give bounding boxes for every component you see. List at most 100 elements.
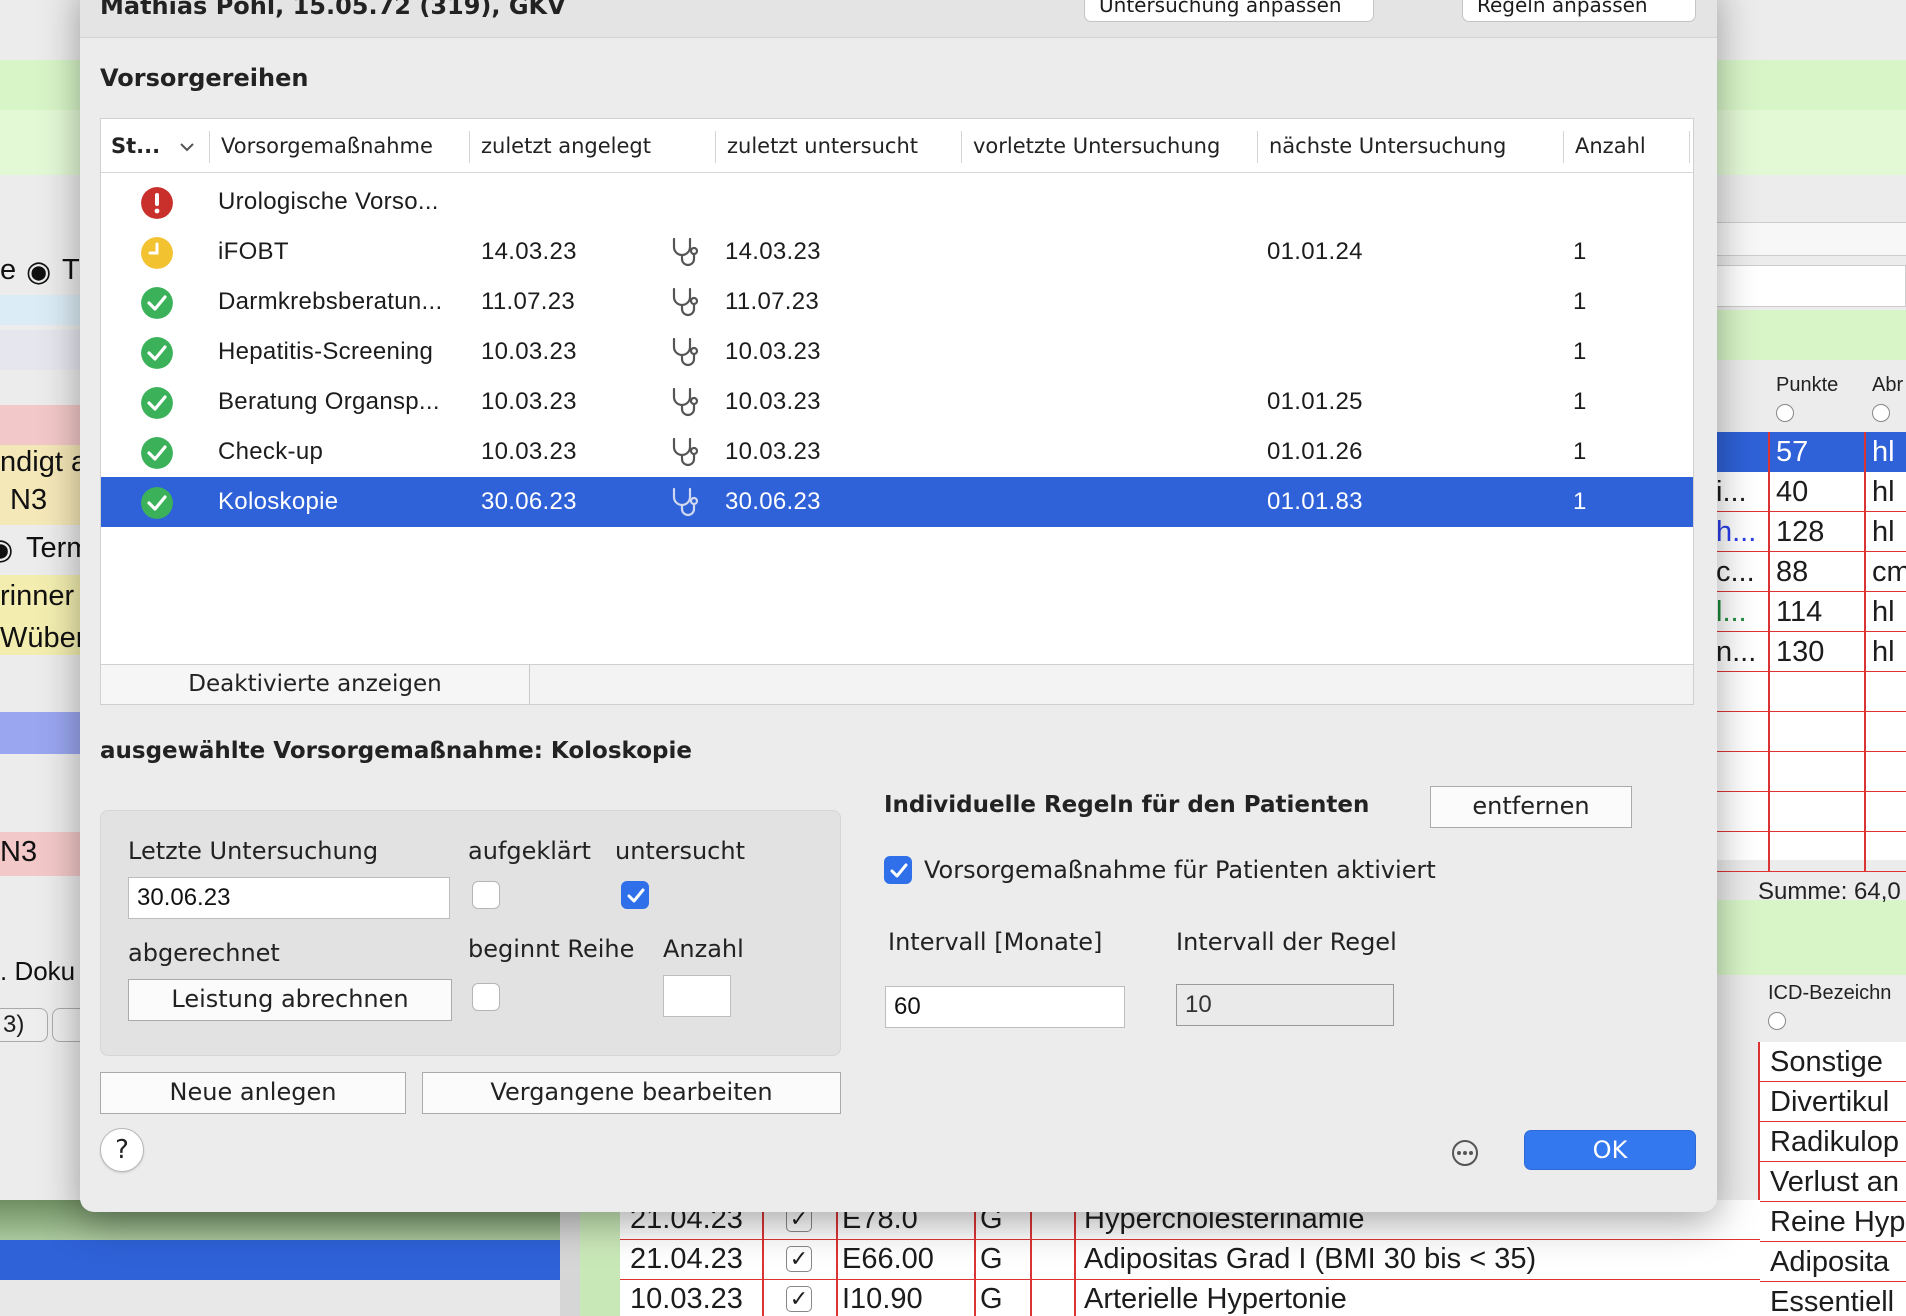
check-status-icon	[141, 337, 173, 369]
bg-strip	[1716, 900, 1906, 975]
billing-points: 130	[1776, 636, 1825, 668]
icd-row[interactable]: Sonstige	[1760, 1042, 1906, 1082]
icd-row[interactable]: Essentiell	[1760, 1282, 1906, 1316]
cell-angelegt: 10.03.23	[481, 438, 577, 465]
sort-radio[interactable]	[1872, 404, 1890, 422]
radio-icon: ◉	[26, 256, 52, 288]
column-divider	[1030, 1200, 1032, 1316]
untersuchung-anpassen-button[interactable]: Untersuchung anpassen	[1084, 0, 1374, 22]
entfernen-button[interactable]: entfernen	[1430, 786, 1632, 828]
cell-angelegt: 11.07.23	[481, 288, 576, 315]
column-header-untersucht[interactable]: zuletzt untersucht	[727, 134, 918, 158]
sort-radio[interactable]	[1768, 1012, 1786, 1030]
diagnosis-row[interactable]: 21.04.23 ✓ E66.00 G Adipositas Grad I (B…	[620, 1240, 1760, 1280]
column-separator	[715, 131, 716, 163]
bg-text: N3	[10, 484, 48, 516]
cell-angelegt: 10.03.23	[481, 338, 577, 365]
column-header-anzahl[interactable]: Anzahl	[1575, 134, 1646, 158]
dialog-title: Mathias Pohl, 15.05.72 (319), GKV	[100, 0, 566, 20]
icd-row[interactable]: Radikulop	[1760, 1122, 1906, 1162]
sort-radio[interactable]	[1776, 404, 1794, 422]
deaktivierte-anzeigen-button[interactable]: Deaktivierte anzeigen	[101, 665, 530, 704]
column-header-angelegt[interactable]: zuletzt angelegt	[481, 134, 651, 158]
cell-naechste: 01.01.83	[1267, 488, 1363, 515]
billing-row[interactable]: i... 40 hl	[1716, 472, 1906, 512]
bg-text: T	[62, 254, 80, 286]
column-header-vorletzte[interactable]: vorletzte Untersuchung	[973, 134, 1220, 158]
aktiviert-checkbox[interactable]	[884, 856, 912, 884]
icd-row[interactable]: Adiposita	[1760, 1242, 1906, 1282]
column-header-name[interactable]: Vorsorgemaßnahme	[221, 134, 433, 158]
section-title: Vorsorgereihen	[100, 64, 309, 92]
bg-strip	[0, 712, 80, 754]
billing-row[interactable]: h... 128 hl	[1716, 512, 1906, 552]
vergangene-bearbeiten-button[interactable]: Vergangene bearbeiten	[422, 1072, 841, 1114]
untersucht-label: untersucht	[615, 837, 745, 865]
bg-text: rinner	[0, 580, 75, 612]
more-options-icon[interactable]	[1452, 1140, 1478, 1166]
billing-abr: hl	[1872, 436, 1895, 468]
table-row[interactable]: Darmkrebsberatun... 11.07.23 11.07.23 1	[101, 277, 1693, 327]
regeln-anpassen-button[interactable]: Regeln anpassen	[1462, 0, 1696, 22]
cell-untersucht: 10.03.23	[725, 438, 821, 465]
untersucht-checkbox[interactable]	[621, 881, 649, 909]
diagnosis-row[interactable]: 10.03.23 ✓ I10.90 G Arterielle Hypertoni…	[620, 1280, 1760, 1316]
bg-strip	[1716, 265, 1906, 307]
billing-row[interactable]: l... 114 hl	[1716, 592, 1906, 632]
table-row[interactable]: Urologische Vorso...	[101, 177, 1693, 227]
bg-strip	[0, 110, 80, 175]
column-separator	[961, 131, 962, 163]
table-header: St... Vorsorgemaßnahme zuletzt angelegt …	[101, 119, 1693, 173]
leistung-abrechnen-button[interactable]: Leistung abrechnen	[128, 979, 452, 1021]
stethoscope-icon	[672, 287, 699, 317]
bg-strip	[0, 60, 80, 110]
cell-anzahl: 1	[1573, 438, 1587, 465]
last-exam-input[interactable]: 30.06.23	[128, 877, 450, 919]
diagnosis-checkbox[interactable]: ✓	[786, 1246, 812, 1272]
bg-text: N3	[0, 836, 38, 868]
selected-row[interactable]	[0, 1240, 560, 1280]
billing-row	[1716, 672, 1906, 712]
selected-title: ausgewählte Vorsorgemaßnahme: Koloskopie	[100, 738, 692, 764]
chevron-down-icon[interactable]	[179, 141, 195, 153]
neue-anlegen-button[interactable]: Neue anlegen	[100, 1072, 406, 1114]
cell-naechste: 01.01.24	[1267, 238, 1363, 265]
beginnt-reihe-label: beginnt Reihe	[468, 935, 635, 963]
cell-untersucht: 10.03.23	[725, 338, 821, 365]
bg-strip	[1716, 110, 1906, 175]
billing-points: 57	[1776, 436, 1809, 468]
column-header-status[interactable]: St...	[111, 134, 160, 158]
beginnt-reihe-checkbox[interactable]	[472, 983, 500, 1011]
column-divider	[762, 1200, 764, 1316]
bg-tag[interactable]: 3)	[0, 1008, 48, 1042]
billing-row[interactable]: n... 130 hl	[1716, 632, 1906, 672]
icd-row[interactable]: Reine Hyp	[1760, 1202, 1906, 1242]
splitter[interactable]	[560, 1200, 580, 1316]
ok-button[interactable]: OK	[1524, 1130, 1696, 1170]
diagnosis-checkbox[interactable]: ✓	[786, 1286, 812, 1312]
cell-angelegt: 14.03.23	[481, 238, 577, 265]
bg-text: . Doku	[0, 956, 76, 986]
icd-row[interactable]: Divertikul	[1760, 1082, 1906, 1122]
cell-name: iFOBT	[218, 238, 289, 265]
anzahl-input[interactable]	[663, 975, 731, 1017]
help-button[interactable]: ?	[100, 1128, 144, 1172]
billing-row[interactable]: 57 hl	[1716, 432, 1906, 472]
billing-text: c...	[1716, 556, 1755, 588]
column-header-icd: ICD-Bezeichn	[1768, 982, 1892, 1004]
bg-strip	[1716, 222, 1906, 256]
left-pane: e ◉ T ndigt a N3 ◉ Term rinner Wüber N3 …	[0, 0, 92, 1316]
interval-input[interactable]: 60	[885, 986, 1125, 1028]
billing-row[interactable]: c... 88 cm	[1716, 552, 1906, 592]
column-separator	[1689, 131, 1690, 163]
cell-untersucht: 14.03.23	[725, 238, 821, 265]
table-row[interactable]: Check-up 10.03.23 10.03.23 01.01.26 1	[101, 427, 1693, 477]
billing-row	[1716, 832, 1906, 872]
icd-row[interactable]: Verlust an	[1760, 1162, 1906, 1202]
table-row-selected[interactable]: Koloskopie 30.06.23 30.06.23 01.01.83 1	[101, 477, 1693, 527]
column-header-naechste[interactable]: nächste Untersuchung	[1269, 134, 1506, 158]
table-row[interactable]: Hepatitis-Screening 10.03.23 10.03.23 1	[101, 327, 1693, 377]
table-row[interactable]: iFOBT 14.03.23 14.03.23 01.01.24 1	[101, 227, 1693, 277]
table-row[interactable]: Beratung Organsp... 10.03.23 10.03.23 01…	[101, 377, 1693, 427]
aufgeklaert-checkbox[interactable]	[472, 881, 500, 909]
